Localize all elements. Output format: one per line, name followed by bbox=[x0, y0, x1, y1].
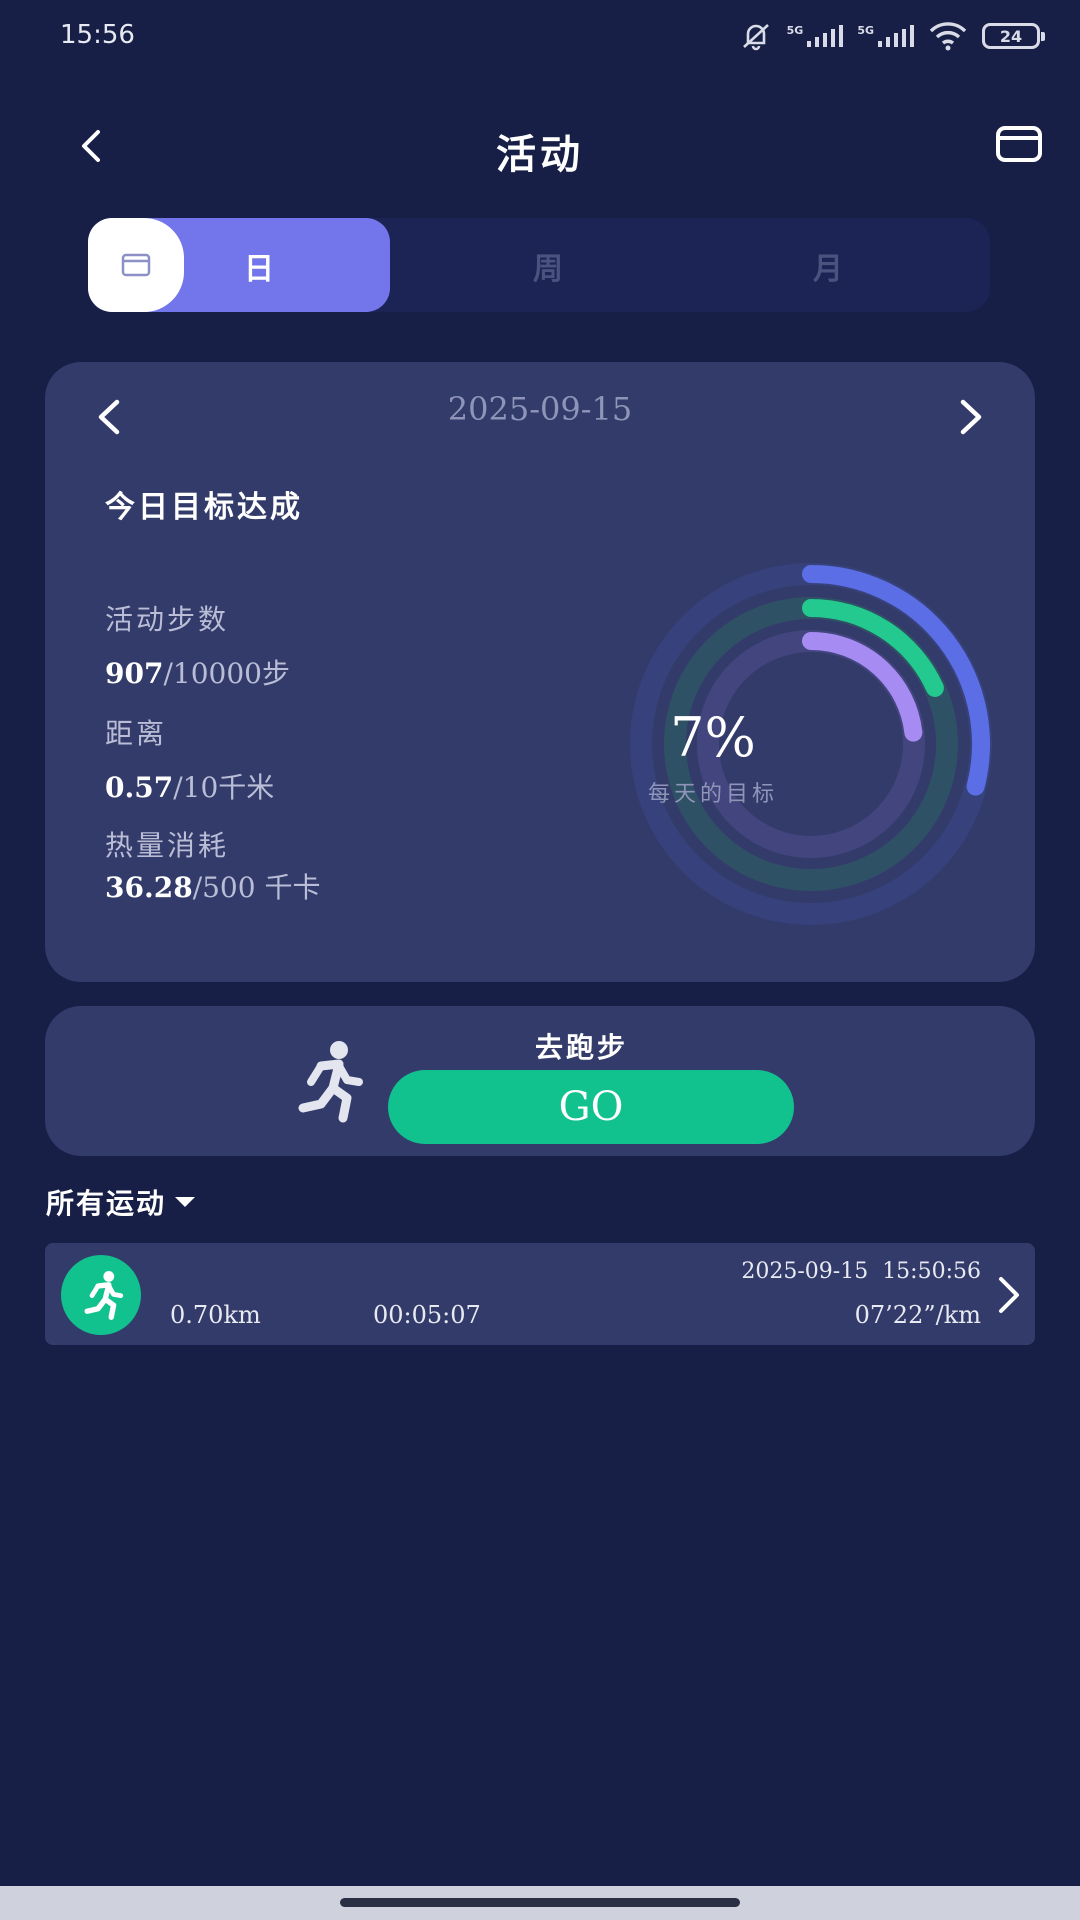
goal-ring-chart: 7% 每天的目标 bbox=[523, 544, 1003, 944]
page-title: 活动 bbox=[496, 131, 584, 178]
record-distance: 0.70km bbox=[170, 1301, 261, 1329]
distance-value: 0.57/10千米 bbox=[105, 766, 274, 806]
chevron-right-icon bbox=[999, 1277, 1019, 1313]
status-icons: 5G 5G 24 bbox=[739, 16, 1045, 56]
calories-target: /500 千卡 bbox=[192, 871, 321, 904]
steps-value: 907/10000步 bbox=[105, 652, 290, 692]
tab-month[interactable]: 月 bbox=[788, 244, 868, 288]
card-icon[interactable] bbox=[994, 122, 1044, 166]
home-indicator[interactable] bbox=[340, 1898, 740, 1907]
distance-current: 0.57 bbox=[105, 771, 174, 804]
period-segmented-control: 日 周 月 bbox=[88, 218, 990, 312]
caret-down-icon bbox=[175, 1197, 196, 1207]
battery-level: 24 bbox=[999, 26, 1023, 46]
tab-week[interactable]: 周 bbox=[508, 244, 588, 288]
daily-summary-card: 2025-09-15 今日目标达成 活动步数 907/10000步 距离 0.5… bbox=[45, 362, 1035, 982]
goal-title: 今日目标达成 bbox=[105, 490, 303, 525]
signal-5g-icon-b: 5G bbox=[857, 24, 914, 48]
network-label-a: 5G bbox=[786, 24, 804, 37]
tab-day-label: 日 bbox=[244, 252, 274, 287]
top-bar: 活动 bbox=[0, 110, 1080, 182]
record-pace: 07’22”/km bbox=[854, 1301, 981, 1329]
tab-day[interactable]: 日 bbox=[88, 218, 390, 312]
status-time: 15:56 bbox=[60, 20, 135, 50]
selected-date: 2025-09-15 bbox=[447, 390, 633, 428]
run-title: 去跑步 bbox=[535, 1031, 629, 1064]
goal-percent: 7% bbox=[670, 706, 756, 769]
status-bar: 15:56 5G 5G 24 bbox=[0, 0, 1080, 72]
calories-value: 36.28/500 千卡 bbox=[105, 866, 320, 906]
network-label-b: 5G bbox=[857, 24, 874, 37]
distance-target: /10千米 bbox=[173, 771, 275, 804]
steps-target: /10000步 bbox=[163, 657, 290, 690]
battery-indicator: 24 bbox=[982, 23, 1045, 49]
record-duration: 00:05:07 bbox=[373, 1301, 481, 1329]
bell-muted-icon bbox=[742, 24, 769, 51]
goal-percent-label: 每天的目标 bbox=[647, 782, 778, 807]
system-nav-bar bbox=[0, 1886, 1080, 1920]
run-type-icon bbox=[61, 1255, 141, 1335]
calories-current: 36.28 bbox=[105, 871, 193, 904]
activity-filter-dropdown[interactable]: 所有运动 bbox=[46, 1182, 196, 1222]
runner-icon bbox=[298, 1041, 363, 1123]
calendar-icon bbox=[88, 218, 184, 312]
filter-label: 所有运动 bbox=[46, 1187, 167, 1220]
next-date-button[interactable] bbox=[951, 392, 991, 442]
steps-current: 907 bbox=[105, 657, 164, 690]
distance-label: 距离 bbox=[105, 717, 168, 750]
signal-5g-icon-a: 5G bbox=[787, 24, 844, 48]
wifi-icon bbox=[929, 22, 967, 51]
activity-record-row[interactable]: 0.70km 00:05:07 2025-09-15 15:50:56 07’2… bbox=[45, 1243, 1035, 1345]
calories-label: 热量消耗 bbox=[105, 829, 230, 862]
record-datetime: 2025-09-15 15:50:56 bbox=[741, 1259, 981, 1284]
start-run-card: 去跑步 GO bbox=[45, 1006, 1035, 1156]
steps-label: 活动步数 bbox=[105, 603, 230, 636]
go-button[interactable]: GO bbox=[388, 1070, 794, 1144]
